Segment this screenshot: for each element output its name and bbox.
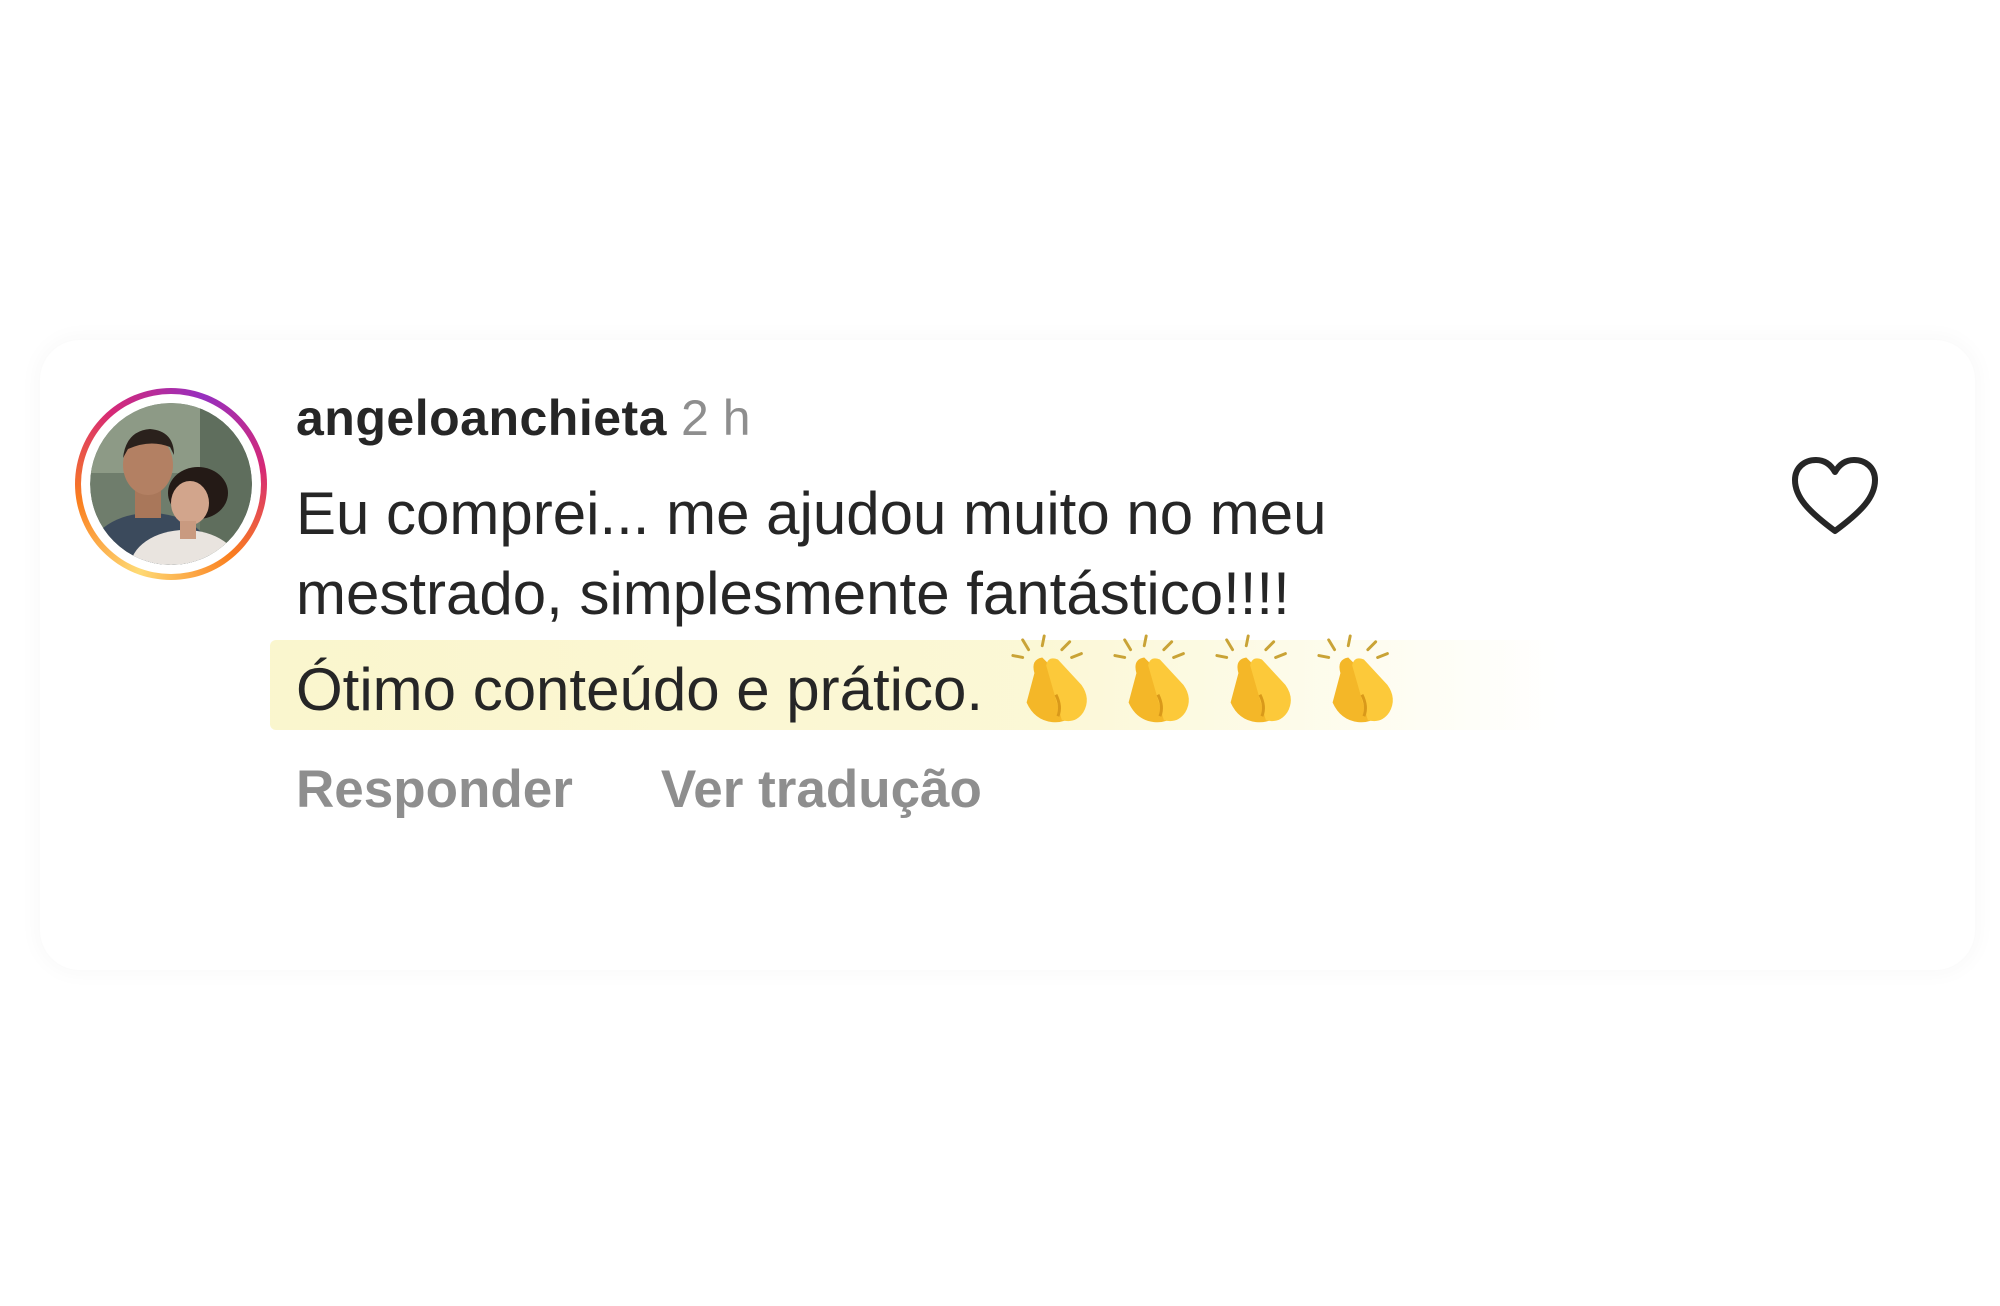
see-translation-button[interactable]: Ver tradução bbox=[661, 760, 982, 820]
reply-button[interactable]: Responder bbox=[296, 760, 573, 820]
comment-actions: Responder Ver tradução bbox=[296, 760, 982, 820]
username-link[interactable]: angeloanchieta bbox=[296, 390, 667, 446]
comment-header: angeloanchieta 2 h bbox=[296, 390, 751, 446]
emoji-row bbox=[1005, 634, 1413, 746]
comment-text-line: mestrado, simplesmente fantástico!!!! bbox=[296, 560, 1290, 627]
clapping-hands-icon bbox=[1113, 634, 1189, 723]
comment-timestamp: 2 h bbox=[681, 390, 751, 446]
clapping-hands-icon bbox=[1011, 634, 1087, 723]
clapping-hands-icon bbox=[1215, 634, 1291, 723]
avatar-ring-gap bbox=[81, 394, 261, 574]
clapping-hands-icon bbox=[1317, 634, 1393, 723]
like-heart-icon[interactable] bbox=[1790, 455, 1880, 537]
avatar-story-ring[interactable] bbox=[75, 388, 267, 580]
comment-body: Eu comprei... me ajudou muito no meu mes… bbox=[296, 474, 1596, 746]
comment-text-line-highlighted: Ótimo conteúdo e prático. bbox=[296, 634, 1596, 746]
avatar[interactable] bbox=[90, 403, 252, 565]
comment-text-segment: Ótimo conteúdo e prático. bbox=[296, 656, 984, 723]
comment-text-line: Eu comprei... me ajudou muito no meu bbox=[296, 480, 1327, 547]
